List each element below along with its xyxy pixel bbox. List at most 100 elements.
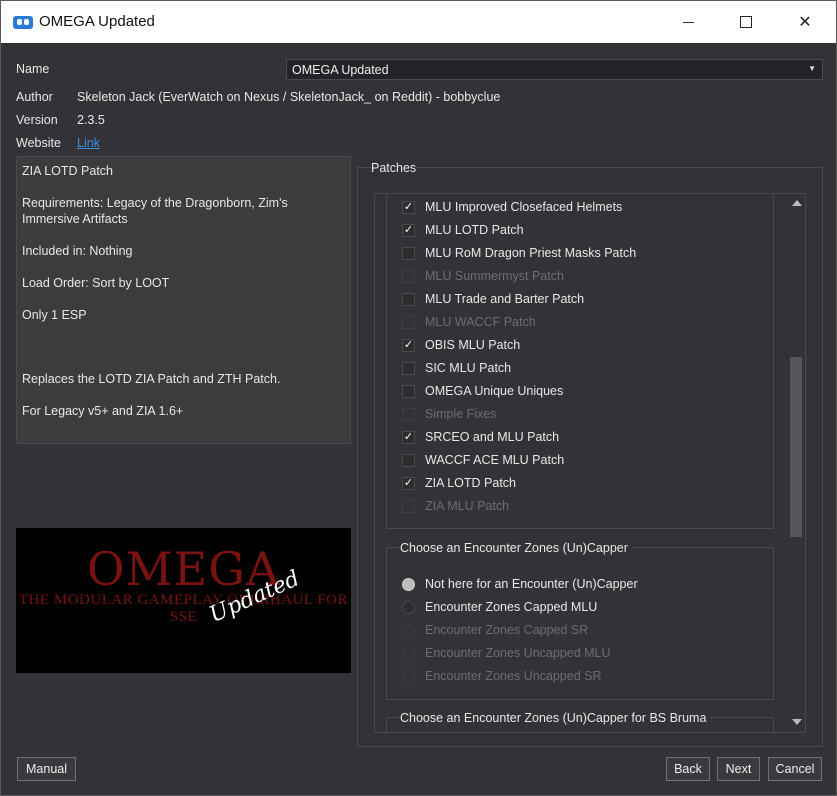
name-select[interactable]: OMEGA Updated ▼ bbox=[286, 59, 823, 80]
radio-icon bbox=[402, 669, 415, 683]
encounter-radio-item[interactable]: Encounter Zones Capped MLU bbox=[402, 597, 597, 617]
version-label: Version bbox=[16, 113, 58, 127]
patch-checkbox-item[interactable]: SIC MLU Patch bbox=[402, 358, 511, 378]
encounter-radio-label: Not here for an Encounter (Un)Capper bbox=[425, 577, 638, 591]
checkbox-icon bbox=[402, 269, 415, 283]
patch-checkbox-label: SIC MLU Patch bbox=[425, 361, 512, 375]
next-button[interactable]: Next bbox=[717, 757, 760, 781]
scroll-down-icon[interactable] bbox=[792, 719, 802, 725]
installer-window: OMEGA Updated ✕ Name OMEGA Updated ▼ Aut… bbox=[0, 0, 837, 796]
name-label: Name bbox=[16, 62, 50, 76]
encounter-radio-label: Encounter Zones Capped MLU bbox=[425, 600, 598, 614]
patches-scrollbar[interactable] bbox=[788, 194, 805, 732]
encounter-radio-item: Encounter Zones Uncapped MLU bbox=[402, 643, 611, 663]
checkbox-checked-icon[interactable]: ✓ bbox=[402, 223, 415, 237]
description-line: Included in: Nothing bbox=[22, 244, 133, 258]
patch-checkbox-label: MLU RoM Dragon Priest Masks Patch bbox=[425, 246, 637, 260]
patch-checkbox-item[interactable]: ✓ MLU Improved Closefaced Helmets bbox=[402, 197, 622, 217]
window-title: OMEGA Updated bbox=[39, 13, 155, 30]
description-line bbox=[22, 339, 345, 355]
checkbox-checked-icon[interactable]: ✓ bbox=[402, 430, 415, 444]
encounter-group-title: Choose an Encounter Zones (Un)Capper bbox=[400, 541, 632, 555]
patch-checkbox-label: WACCF ACE MLU Patch bbox=[425, 453, 565, 467]
manual-button[interactable]: Manual bbox=[17, 757, 76, 781]
encounter-radio-item[interactable]: Not here for an Encounter (Un)Capper bbox=[402, 574, 638, 594]
patch-checkbox-label: OBIS MLU Patch bbox=[425, 338, 521, 352]
bruma-group-title: Choose an Encounter Zones (Un)Capper for… bbox=[400, 711, 711, 725]
patch-checkbox-label: MLU Trade and Barter Patch bbox=[425, 292, 585, 306]
scroll-up-icon[interactable] bbox=[792, 200, 802, 206]
patch-checkbox-label: OMEGA Unique Uniques bbox=[425, 384, 564, 398]
checkbox-icon[interactable] bbox=[402, 453, 415, 467]
version-value: 2.3.5 bbox=[77, 113, 105, 127]
mod-banner-image: OMEGA THE MODULAR GAMEPLAY OVERHAUL FOR … bbox=[16, 528, 351, 673]
patch-checkbox-item[interactable]: MLU RoM Dragon Priest Masks Patch bbox=[402, 243, 636, 263]
description-line: Replaces the LOTD ZIA Patch and ZTH Patc… bbox=[22, 372, 281, 386]
patches-title: Patches bbox=[371, 161, 417, 175]
website-label: Website bbox=[16, 136, 61, 150]
description-line: Only 1 ESP bbox=[22, 308, 87, 322]
description-box: ZIA LOTD Patch Requirements: Legacy of t… bbox=[16, 156, 351, 444]
encounter-radio-label: Encounter Zones Uncapped SR bbox=[425, 669, 602, 683]
minimize-icon bbox=[682, 21, 694, 23]
maximize-button[interactable] bbox=[731, 9, 761, 35]
patch-checkbox-label: MLU Summermyst Patch bbox=[425, 269, 564, 283]
patch-checkbox-label: Simple Fixes bbox=[425, 407, 497, 421]
patch-checkbox-item: Simple Fixes bbox=[402, 404, 497, 424]
patch-checkbox-item[interactable]: ✓ OBIS MLU Patch bbox=[402, 335, 520, 355]
checkbox-icon[interactable] bbox=[402, 292, 415, 306]
author-value: Skeleton Jack (EverWatch on Nexus / Skel… bbox=[77, 90, 501, 104]
author-label: Author bbox=[16, 90, 53, 104]
radio-selected-icon[interactable] bbox=[402, 577, 415, 591]
patch-checkbox-item[interactable]: MLU Trade and Barter Patch bbox=[402, 289, 584, 309]
encounter-radio-item: Encounter Zones Capped SR bbox=[402, 620, 588, 640]
description-line: ZIA LOTD Patch bbox=[22, 164, 114, 178]
patch-checkbox-item: MLU Summermyst Patch bbox=[402, 266, 564, 286]
radio-icon[interactable] bbox=[402, 600, 415, 614]
website-link[interactable]: Link bbox=[77, 136, 100, 150]
title-bar: OMEGA Updated ✕ bbox=[1, 1, 836, 43]
patches-scroll-area[interactable]: ✓ MLU Improved Closefaced Helmets ✓ MLU LOT… bbox=[374, 193, 806, 733]
patch-checkbox-label: MLU Improved Closefaced Helmets bbox=[425, 200, 623, 214]
description-line: Requirements: Legacy of the Dragonborn, … bbox=[22, 196, 288, 226]
close-icon: ✕ bbox=[798, 14, 812, 31]
radio-icon bbox=[402, 646, 415, 660]
checkbox-icon bbox=[402, 315, 415, 329]
description-line: Load Order: Sort by LOOT bbox=[22, 276, 170, 290]
cancel-button[interactable]: Cancel bbox=[768, 757, 822, 781]
app-icon bbox=[13, 16, 33, 29]
checkbox-icon[interactable] bbox=[402, 384, 415, 398]
minimize-button[interactable] bbox=[673, 9, 703, 35]
checkbox-checked-icon[interactable]: ✓ bbox=[402, 476, 415, 490]
encounter-radio-label: Encounter Zones Uncapped MLU bbox=[425, 646, 611, 660]
patch-checkbox-item[interactable]: ✓ SRCEO and MLU Patch bbox=[402, 427, 559, 447]
chevron-down-icon: ▼ bbox=[808, 64, 816, 73]
checkbox-icon bbox=[402, 407, 415, 421]
scrollbar-thumb[interactable] bbox=[790, 357, 802, 537]
patch-checkbox-label: ZIA MLU Patch bbox=[425, 499, 510, 513]
radio-icon bbox=[402, 623, 415, 637]
checkbox-checked-icon[interactable]: ✓ bbox=[402, 338, 415, 352]
patch-checkbox-item: ZIA MLU Patch bbox=[402, 496, 509, 516]
back-button[interactable]: Back bbox=[666, 757, 710, 781]
name-select-value: OMEGA Updated bbox=[292, 63, 389, 77]
patch-checkbox-item[interactable]: WACCF ACE MLU Patch bbox=[402, 450, 564, 470]
encounter-radio-label: Encounter Zones Capped SR bbox=[425, 623, 589, 637]
patch-checkbox-item[interactable]: ✓ ZIA LOTD Patch bbox=[402, 473, 516, 493]
encounter-radio-item: Encounter Zones Uncapped SR bbox=[402, 666, 602, 686]
checkbox-icon[interactable] bbox=[402, 246, 415, 260]
maximize-icon bbox=[740, 16, 752, 28]
patch-checkbox-label: SRCEO and MLU Patch bbox=[425, 430, 560, 444]
patch-checkbox-item[interactable]: ✓ MLU LOTD Patch bbox=[402, 220, 524, 240]
patch-checkbox-label: ZIA LOTD Patch bbox=[425, 476, 517, 490]
checkbox-icon[interactable] bbox=[402, 361, 415, 375]
patch-checkbox-label: MLU LOTD Patch bbox=[425, 223, 524, 237]
patch-checkbox-item: MLU WACCF Patch bbox=[402, 312, 536, 332]
checkbox-checked-icon[interactable]: ✓ bbox=[402, 200, 415, 214]
patch-checkbox-label: MLU WACCF Patch bbox=[425, 315, 536, 329]
close-button[interactable]: ✕ bbox=[790, 9, 820, 35]
checkbox-icon bbox=[402, 499, 415, 513]
banner-subtitle: THE MODULAR GAMEPLAY OVERHAUL FOR SSE bbox=[18, 592, 348, 625]
description-line: For Legacy v5+ and ZIA 1.6+ bbox=[22, 404, 184, 418]
patch-checkbox-item[interactable]: OMEGA Unique Uniques bbox=[402, 381, 563, 401]
